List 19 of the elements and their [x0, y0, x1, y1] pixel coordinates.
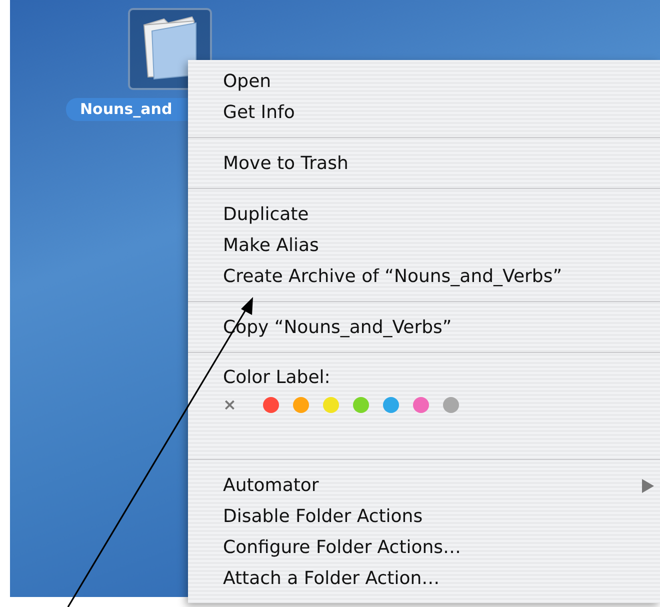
color-label-dot[interactable] — [443, 396, 459, 412]
color-label-dot[interactable] — [353, 396, 369, 412]
menu-item[interactable]: Duplicate — [188, 199, 660, 230]
color-label-dot[interactable] — [383, 396, 399, 412]
menu-item[interactable]: Open — [188, 66, 660, 97]
submenu-arrow-icon — [642, 479, 654, 493]
color-label-dot[interactable] — [263, 396, 279, 412]
color-label-dot[interactable] — [293, 396, 309, 412]
no-color-option[interactable]: × — [223, 395, 241, 414]
menu-item[interactable]: Make Alias — [188, 230, 660, 261]
menu-item[interactable]: Configure Folder Actions… — [188, 532, 660, 563]
color-label-dot[interactable] — [323, 396, 339, 412]
menu-item[interactable]: Move to Trash — [188, 148, 660, 179]
menu-item[interactable]: Automator — [188, 470, 660, 501]
menu-item[interactable]: Create Archive of “Nouns_and_Verbs” — [188, 261, 660, 292]
menu-item[interactable]: Disable Folder Actions — [188, 501, 660, 532]
color-label-heading: Color Label: — [223, 366, 332, 390]
color-label-dot[interactable] — [413, 396, 429, 412]
menu-item[interactable]: Attach a Folder Action… — [188, 563, 660, 594]
